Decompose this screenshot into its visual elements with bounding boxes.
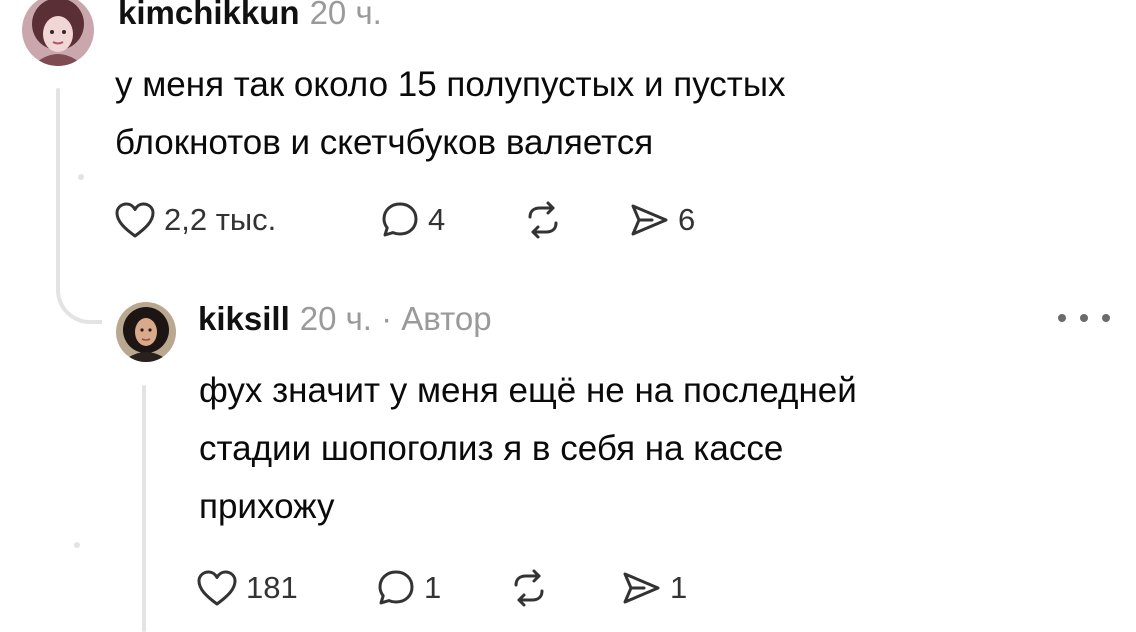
comment-text-line: прихожу [199,487,335,526]
thread-connector-curve [56,268,102,324]
reply-button[interactable]: 1 [376,566,441,610]
reply-connector-line [142,385,146,632]
like-count: 181 [246,570,298,605]
thread-dot [78,174,84,180]
author-name[interactable]: kiksill [198,300,290,337]
comment-time: 20 ч. [309,0,382,31]
heart-outline-icon [197,570,237,606]
avatar-woman-dark-hair-icon [116,302,176,362]
share-count: 6 [678,202,696,237]
author-name[interactable]: kimchikkun [118,0,300,31]
reply-count: 1 [424,570,442,605]
like-count: 2,2 тыс. [164,202,277,237]
reply-count: 4 [428,202,446,237]
share-button[interactable]: 1 [620,566,687,610]
repost-arrows-icon [514,569,544,607]
more-dots-icon [1102,314,1110,322]
speech-bubble-icon [382,202,418,237]
repost-arrows-icon [528,201,558,239]
comment-text: фух значит у меня ещё не на последней ст… [199,362,857,536]
comment-text-line: стадии шопоголиз я в себя на кассе [199,429,784,468]
repost-button[interactable] [522,198,564,242]
share-count: 1 [670,570,688,605]
comment-text: у меня так около 15 полупустых и пустых … [115,56,786,172]
more-dots-icon [1058,314,1066,322]
comment-text-line: у меня так около 15 полупустых и пустых [115,65,786,104]
avatar[interactable] [116,302,176,362]
comment-text-line: блокнотов и скетчбуков валяется [115,123,654,162]
avatar[interactable] [22,0,94,66]
repost-button[interactable] [508,566,550,610]
thread-connector-line [56,88,60,288]
avatar-girl-pink-hair-icon [22,0,94,66]
reply-button[interactable]: 4 [380,198,445,242]
send-paper-plane-icon [631,204,668,236]
like-button[interactable]: 181 [196,566,298,610]
heart-outline-icon [115,202,155,238]
comment-meta: 20 ч. · Автор [299,300,492,337]
comment-text-line: фух значит у меня ещё не на последней [199,371,857,410]
like-button[interactable]: 2,2 тыс. [114,198,276,242]
more-options-button[interactable] [1058,306,1110,330]
more-dots-icon [1080,314,1088,322]
thread-dot [74,542,80,548]
share-button[interactable]: 6 [628,198,695,242]
speech-bubble-icon [378,570,414,605]
send-paper-plane-icon [623,572,660,604]
